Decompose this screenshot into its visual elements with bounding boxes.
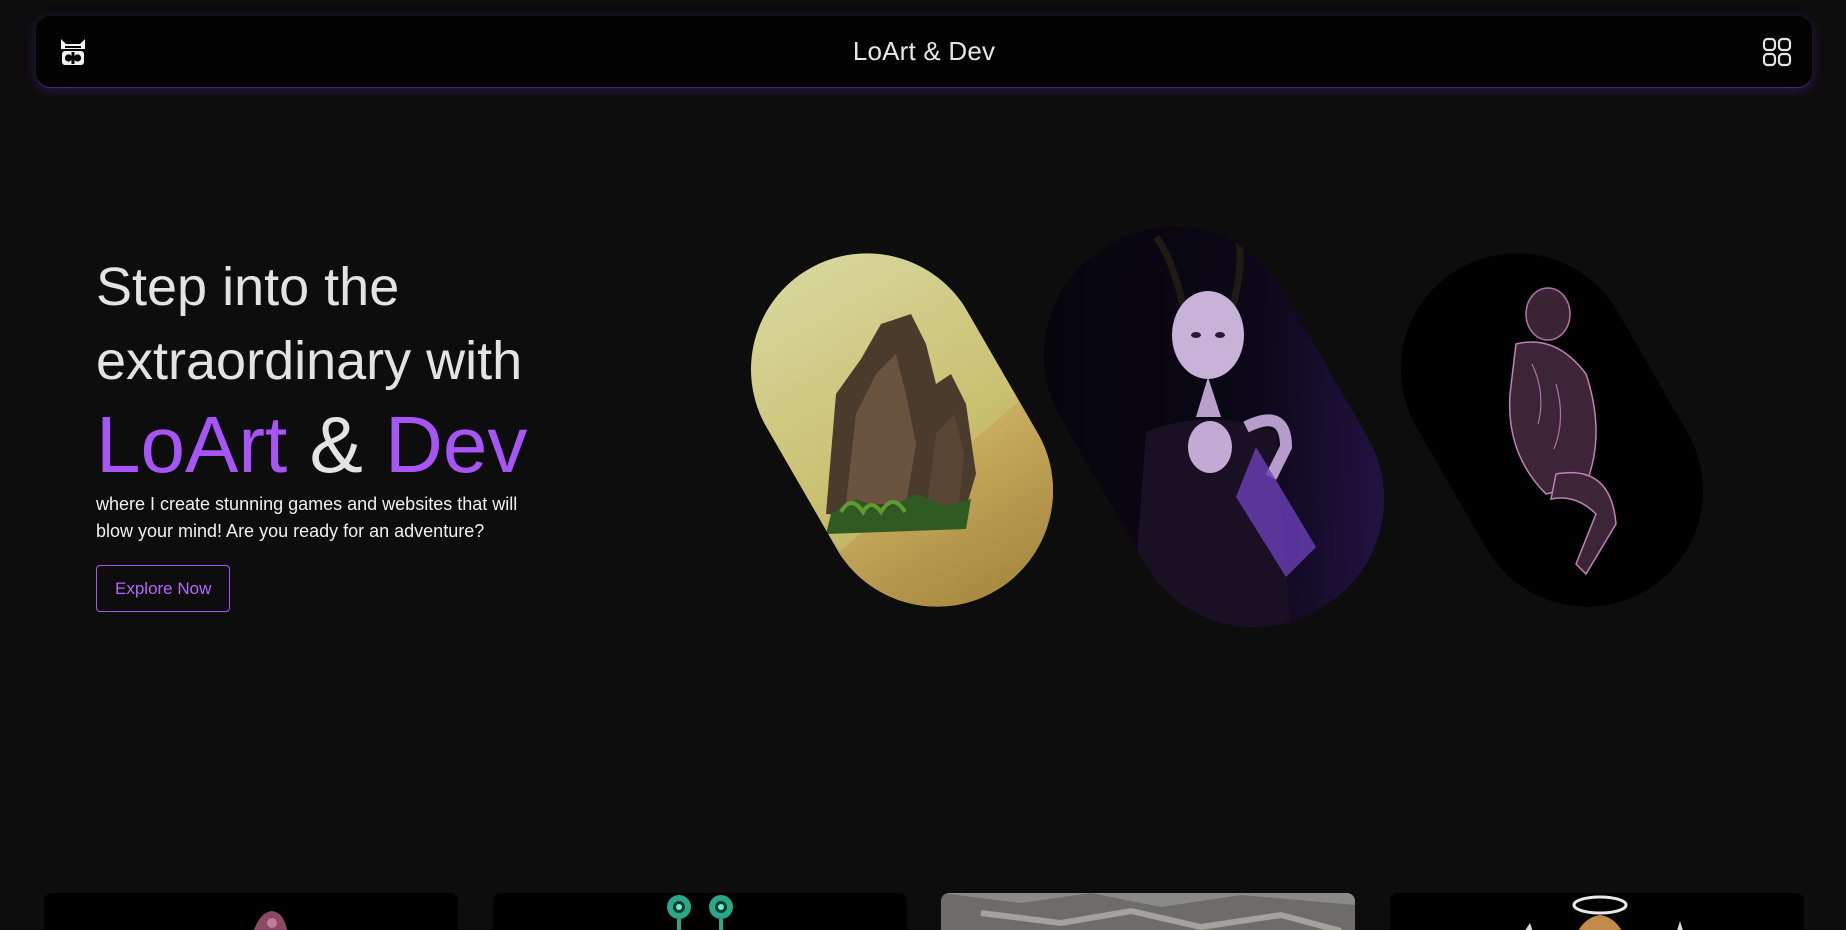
brand-dev: Dev: [385, 400, 528, 489]
navbar: LoArt & Dev: [36, 16, 1812, 87]
gallery-pill-crouching-figure[interactable]: [1358, 210, 1746, 650]
gallery-card-creature[interactable]: [44, 893, 458, 930]
hero-description: where I create stunning games and websit…: [96, 494, 518, 541]
gallery-pill-horned-character[interactable]: [998, 181, 1430, 673]
brand-loart: LoArt: [96, 400, 288, 489]
gallery-cards-row: [44, 893, 1804, 930]
grid-menu-icon[interactable]: [1762, 37, 1792, 67]
hero-brand-heading: LoArt & Dev: [96, 400, 616, 490]
gallery-pill-rock-landscape[interactable]: [708, 210, 1096, 650]
page: LoArt & Dev Step into the extraordinary …: [0, 0, 1846, 930]
gallery-card-robot[interactable]: [493, 893, 907, 930]
hero-heading-line-2: extraordinary with: [96, 331, 523, 391]
brand-ampersand: &: [309, 400, 363, 489]
gallery-card-angel[interactable]: [1390, 893, 1804, 930]
site-title[interactable]: LoArt & Dev: [853, 36, 995, 67]
hero-section: Step into the extraordinary with LoArt &…: [96, 250, 616, 612]
hero-heading-line-1: Step into the: [96, 257, 400, 317]
explore-now-button[interactable]: Explore Now: [96, 565, 231, 612]
mask-logo-icon[interactable]: [58, 35, 88, 69]
gallery-card-stone[interactable]: [941, 893, 1355, 930]
